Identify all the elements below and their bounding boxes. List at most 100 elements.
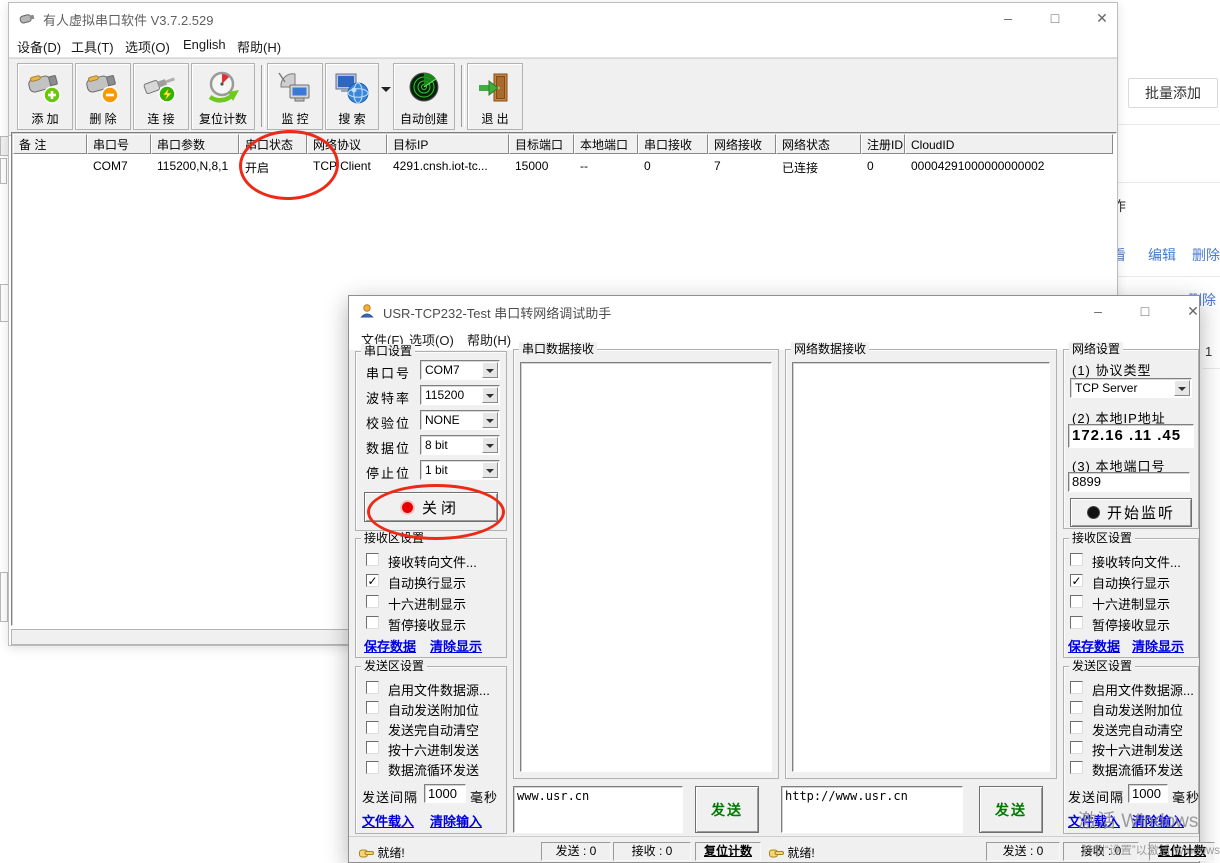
interval-unit-label: 毫秒 — [470, 787, 498, 806]
save-data-link[interactable]: 保存数据 — [1068, 636, 1120, 655]
checkbox-hex-display[interactable] — [366, 595, 379, 608]
start-listen-button[interactable]: 开始监听 — [1070, 498, 1192, 527]
col-target-port[interactable]: 目标端口 — [509, 134, 574, 154]
tcp232-test-window: USR-TCP232-Test 串口转网络调试助手 – □ ✕ 文件(F) 选项… — [348, 295, 1200, 863]
checkbox-send-as-hex[interactable] — [366, 741, 379, 754]
menu-help[interactable]: 帮助(H) — [467, 330, 511, 349]
page-number[interactable]: 1 — [1205, 344, 1212, 359]
col-serial-rx[interactable]: 串口接收 — [638, 134, 708, 154]
checkbox-auto-send-addon[interactable] — [1070, 701, 1083, 714]
delete-button[interactable]: 删 除 — [75, 63, 131, 130]
menu-options[interactable]: 选项(O) — [125, 37, 170, 56]
checkbox-file-data-source[interactable] — [1070, 681, 1083, 694]
add-button[interactable]: 添 加 — [17, 63, 73, 130]
network-send-button[interactable]: 发送 — [979, 786, 1043, 833]
col-serial-params[interactable]: 串口参数 — [151, 134, 239, 154]
checkbox-auto-send-addon[interactable] — [366, 701, 379, 714]
data-bits-select[interactable]: 8 bit — [420, 435, 500, 455]
close-button[interactable]: ✕ — [1088, 6, 1116, 30]
save-data-link[interactable]: 保存数据 — [364, 636, 416, 655]
chevron-down-icon[interactable] — [482, 437, 498, 453]
edit-link[interactable]: 编辑 — [1148, 245, 1176, 265]
com-port-select[interactable]: COM7 — [420, 360, 500, 380]
vcom-titlebar[interactable]: 有人虚拟串口软件 V3.7.2.529 – □ ✕ — [9, 3, 1117, 33]
serial-send-button[interactable]: 发送 — [695, 786, 759, 833]
checkbox-pause-receive[interactable] — [1070, 616, 1083, 629]
cell-serial-params: 115200,N,8,1 — [157, 159, 228, 173]
col-local-port[interactable]: 本地端口 — [574, 134, 638, 154]
checkbox-send-as-hex[interactable] — [1070, 741, 1083, 754]
load-file-link[interactable]: 文件载入 — [362, 811, 414, 830]
group-title: 串口设置 — [361, 344, 415, 359]
vcom-window-title: 有人虚拟串口软件 V3.7.2.529 — [43, 10, 214, 29]
parity-select[interactable]: NONE — [420, 410, 500, 430]
chevron-down-icon[interactable] — [482, 412, 498, 428]
chevron-down-icon[interactable] — [482, 462, 498, 478]
cell-net-state: 已连接 — [782, 159, 818, 176]
col-remark[interactable]: 备 注 — [13, 134, 87, 154]
maximize-button[interactable]: □ — [1131, 299, 1159, 323]
delete-link[interactable]: 删除 — [1192, 245, 1220, 265]
data-bits-label: 数据位 — [366, 438, 411, 457]
menu-tools[interactable]: 工具(T) — [71, 37, 114, 56]
serial-send-input[interactable]: www.usr.cn — [513, 786, 683, 833]
chevron-down-icon[interactable] — [482, 387, 498, 403]
menu-options[interactable]: 选项(O) — [409, 330, 454, 349]
menu-help[interactable]: 帮助(H) — [237, 37, 281, 56]
checkbox-file-data-source[interactable] — [366, 681, 379, 694]
local-ip-input[interactable]: 172.16 .11 .45 — [1068, 424, 1194, 448]
col-cloud-id[interactable]: CloudID — [905, 134, 1113, 154]
protocol-select[interactable]: TCP Server — [1070, 378, 1192, 398]
col-reg-id[interactable]: 注册ID — [861, 134, 905, 154]
exit-button[interactable]: 退 出 — [467, 63, 523, 130]
checkbox-pause-receive[interactable] — [366, 616, 379, 629]
col-target-ip[interactable]: 目标IP — [387, 134, 509, 154]
checkbox-loop-send[interactable] — [1070, 761, 1083, 774]
monitor-button[interactable]: 监 控 — [267, 63, 323, 130]
checkbox-loop-send[interactable] — [366, 761, 379, 774]
col-net-state[interactable]: 网络状态 — [776, 134, 861, 154]
close-button[interactable]: ✕ — [1179, 299, 1207, 323]
send-interval-input[interactable]: 1000 — [424, 784, 466, 803]
baud-rate-select[interactable]: 115200 — [420, 385, 500, 405]
auto-create-button[interactable]: 自动创建 — [393, 63, 455, 130]
minimize-button[interactable]: – — [1084, 299, 1112, 323]
menu-english[interactable]: English — [183, 37, 226, 52]
checkbox-clear-after-send[interactable] — [1070, 721, 1083, 734]
checkbox-hex-display[interactable] — [1070, 595, 1083, 608]
chevron-down-icon[interactable] — [482, 362, 498, 378]
stop-bits-select[interactable]: 1 bit — [420, 460, 500, 480]
minimize-button[interactable]: – — [994, 6, 1022, 30]
col-net-rx[interactable]: 网络接收 — [708, 134, 776, 154]
serial-receive-textarea[interactable] — [520, 362, 772, 772]
menu-device[interactable]: 设备(D) — [17, 37, 61, 56]
batch-add-button[interactable]: 批量添加 — [1128, 78, 1218, 108]
send-interval-input[interactable]: 1000 — [1128, 784, 1168, 803]
maximize-button[interactable]: □ — [1041, 6, 1069, 30]
checkbox-auto-newline[interactable]: ✓ — [1070, 574, 1083, 587]
checkbox-clear-after-send[interactable] — [366, 721, 379, 734]
local-port-input[interactable]: 8899 — [1068, 472, 1190, 492]
clear-display-link[interactable]: 清除显示 — [1132, 636, 1184, 655]
clear-display-link[interactable]: 清除显示 — [430, 636, 482, 655]
network-receive-textarea[interactable] — [792, 362, 1050, 772]
group-title: 串口数据接收 — [519, 342, 597, 357]
status-ready-right: 就绪! — [769, 844, 815, 861]
checkbox-receive-to-file[interactable] — [1070, 553, 1083, 566]
pointing-hand-icon — [769, 846, 784, 859]
col-com-port[interactable]: 串口号 — [87, 134, 151, 154]
vcom-toolbar: 添 加 删 除 连 接 复位 — [9, 58, 1117, 136]
search-dropdown-arrow-icon[interactable] — [381, 87, 391, 97]
network-send-input[interactable]: http://www.usr.cn — [781, 786, 963, 833]
serial-reset-count-button[interactable]: 复位计数 — [695, 842, 761, 861]
search-button[interactable]: 搜 索 — [325, 63, 379, 130]
test-titlebar[interactable]: USR-TCP232-Test 串口转网络调试助手 – □ ✕ — [349, 296, 1199, 326]
checkbox-auto-newline[interactable]: ✓ — [366, 574, 379, 587]
checkbox-receive-to-file[interactable] — [366, 553, 379, 566]
chevron-down-icon[interactable] — [1174, 380, 1190, 396]
cell-serial-rx: 0 — [644, 159, 651, 173]
connect-button[interactable]: 连 接 — [133, 63, 189, 130]
clear-input-link[interactable]: 清除输入 — [430, 811, 482, 830]
cell-cloud-id: 00004291000000000002 — [911, 159, 1044, 173]
reset-count-button[interactable]: 复位计数 — [191, 63, 255, 130]
